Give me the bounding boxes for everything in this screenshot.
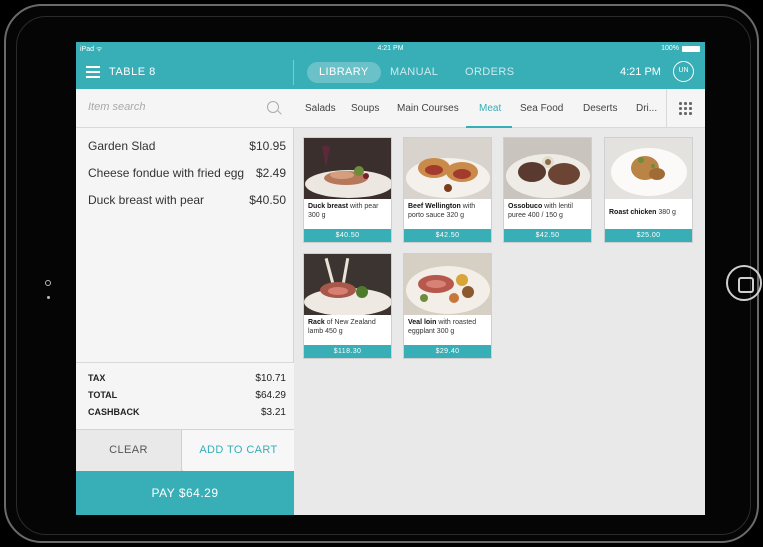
tab-meat[interactable]: Meat xyxy=(479,89,501,128)
grid-view-icon[interactable] xyxy=(666,89,705,128)
dish-image xyxy=(404,138,491,199)
product-price[interactable]: $40.50 xyxy=(304,229,391,242)
total-label: TOTAL xyxy=(88,390,118,400)
product-price[interactable]: $118.30 xyxy=(304,345,391,358)
product-price[interactable]: $29.40 xyxy=(404,345,491,358)
product-card[interactable]: Beef Wellington with porto sauce 320 g $… xyxy=(403,137,492,243)
dish-image xyxy=(304,138,391,199)
tab-salads[interactable]: Salads xyxy=(305,89,336,128)
battery-icon xyxy=(682,46,700,52)
product-title: Veal loin with roasted eggplant 300 g xyxy=(408,319,477,335)
order-item-price: $40.50 xyxy=(249,193,286,207)
tab-orders[interactable]: ORDERS xyxy=(453,62,526,83)
tab-library[interactable]: LIBRARY xyxy=(307,62,381,83)
product-price[interactable]: $42.50 xyxy=(504,229,591,242)
user-avatar[interactable]: UN xyxy=(673,61,694,82)
product-title: Roast chicken 380 g xyxy=(609,209,676,216)
dish-image xyxy=(404,254,491,315)
list-item[interactable]: Duck breast with pear $40.50 xyxy=(76,182,294,209)
top-navbar: TABLE 8 LIBRARY MANUAL ORDERS 4:21 PM UN xyxy=(76,56,705,89)
front-camera xyxy=(45,280,51,286)
product-card[interactable]: Rack of New Zealand lamb 450 g $118.30 xyxy=(303,253,392,359)
menu-panel: Salads Soups Main Courses Meat Sea Food … xyxy=(294,89,705,515)
product-price[interactable]: $42.50 xyxy=(404,229,491,242)
app-screen: iPad ᯤ 4:21 PM 100% TABLE 8 LIBRARY MANU… xyxy=(76,42,705,515)
tax-value: $10.71 xyxy=(255,373,286,384)
tab-soups[interactable]: Soups xyxy=(351,89,379,128)
order-panel: Item search Garden Slad $10.95 Cheese fo… xyxy=(76,89,294,515)
product-title: Beef Wellington with porto sauce 320 g xyxy=(408,203,476,219)
tab-main-courses[interactable]: Main Courses xyxy=(397,89,459,128)
status-time: 4:21 PM xyxy=(377,45,404,52)
battery-percent: 100% xyxy=(661,45,679,52)
tab-drinks[interactable]: Dri... xyxy=(636,89,657,128)
sensor-dot xyxy=(47,296,50,299)
tab-deserts[interactable]: Deserts xyxy=(583,89,617,128)
total-value: $64.29 xyxy=(255,390,286,401)
nav-clock: 4:21 PM xyxy=(620,66,661,78)
hamburger-menu-icon[interactable] xyxy=(86,66,100,78)
product-title: Rack of New Zealand lamb 450 g xyxy=(308,319,376,335)
tab-manual[interactable]: MANUAL xyxy=(378,62,450,83)
clear-button[interactable]: CLEAR xyxy=(76,430,182,471)
product-card[interactable]: Ossobuco with lentil puree 400 / 150 g $… xyxy=(503,137,592,243)
nav-divider xyxy=(293,60,294,85)
dish-image xyxy=(304,254,391,315)
status-bar: iPad ᯤ 4:21 PM 100% xyxy=(76,42,705,56)
add-to-cart-button[interactable]: ADD TO CART xyxy=(183,430,294,471)
cashback-value: $3.21 xyxy=(260,407,286,418)
product-card[interactable]: Duck breast with pear 300 g $40.50 xyxy=(303,137,392,243)
dish-image xyxy=(504,138,591,199)
order-item-name: Garden Slad xyxy=(88,139,156,153)
list-item[interactable]: Cheese fondue with fried egg $2.49 xyxy=(76,155,294,182)
list-item[interactable]: Garden Slad $10.95 xyxy=(76,128,294,155)
order-item-name: Duck breast with pear xyxy=(88,193,205,207)
home-button[interactable] xyxy=(726,265,762,301)
order-list: Garden Slad $10.95 Cheese fondue with fr… xyxy=(76,128,294,209)
product-title: Ossobuco with lentil puree 400 / 150 g xyxy=(508,203,573,219)
order-item-name: Cheese fondue with fried egg xyxy=(88,166,245,180)
product-card[interactable]: Veal loin with roasted eggplant 300 g $2… xyxy=(403,253,492,359)
category-tabs: Salads Soups Main Courses Meat Sea Food … xyxy=(294,89,705,128)
search-icon[interactable] xyxy=(267,101,279,113)
product-price[interactable]: $25.00 xyxy=(605,229,692,242)
tax-label: TAX xyxy=(88,373,106,383)
pay-button[interactable]: PAY $64.29 xyxy=(76,471,294,515)
totals-summary: TAX $10.71 TOTAL $64.29 CASHBACK $3.21 xyxy=(76,362,294,429)
table-label[interactable]: TABLE 8 xyxy=(109,66,156,78)
dish-image xyxy=(605,138,692,199)
order-item-price: $10.95 xyxy=(249,139,286,153)
action-buttons: CLEAR ADD TO CART xyxy=(76,429,294,471)
search-input[interactable]: Item search xyxy=(88,101,145,113)
tab-sea-food[interactable]: Sea Food xyxy=(520,89,563,128)
order-item-price: $2.49 xyxy=(255,166,286,180)
product-card[interactable]: Roast chicken 380 g $25.00 xyxy=(604,137,693,243)
cashback-label: CASHBACK xyxy=(88,407,140,417)
item-search-bar[interactable]: Item search xyxy=(76,89,294,128)
active-tab-indicator xyxy=(466,126,512,128)
product-title: Duck breast with pear 300 g xyxy=(308,203,379,219)
